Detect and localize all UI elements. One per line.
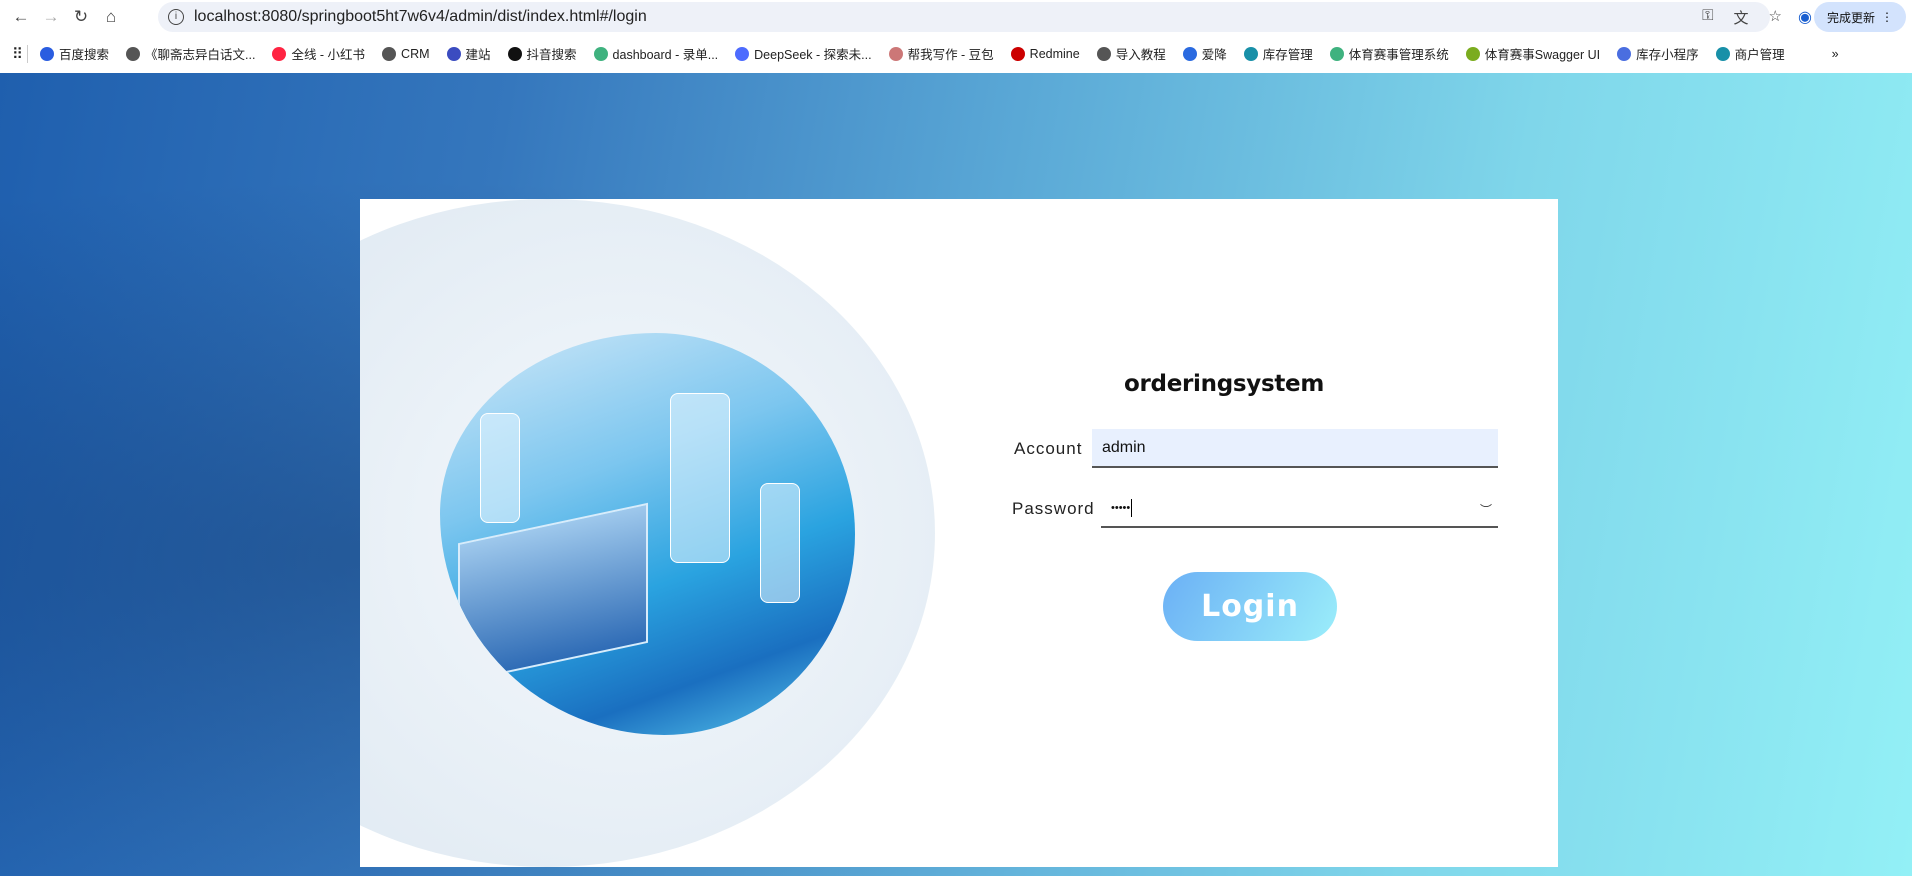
- bookmark-favicon-icon: [1617, 46, 1632, 61]
- bookmark-label: Redmine: [1029, 46, 1080, 61]
- bookmark-favicon-icon: [382, 46, 397, 61]
- bookmark-label: 全线 - 小红书: [291, 48, 366, 62]
- login-card: orderingsystem Account admin Password ••…: [360, 199, 1558, 867]
- apps-icon[interactable]: ⠿: [12, 45, 23, 63]
- bookmark-label: 体育赛事管理系统: [1348, 48, 1449, 62]
- bookmark-label: 库存小程序: [1636, 48, 1699, 62]
- bookmark-star-icon[interactable]: ☆: [1769, 7, 1782, 28]
- bookmark-favicon-icon: [1010, 46, 1025, 61]
- menu-icon: ⋮: [1881, 10, 1893, 24]
- bookmark-favicon-icon: [1096, 46, 1111, 61]
- browser-toolbar: ← → ↻ ⌂ i localhost:8080/springboot5ht7w…: [0, 0, 1912, 34]
- bookmark-favicon-icon: [507, 46, 522, 61]
- bookmark-label: DeepSeek - 探索未...: [754, 48, 872, 62]
- account-label: Account: [1014, 439, 1083, 458]
- password-value: •••••: [1111, 501, 1131, 514]
- bookmark-item[interactable]: 商户管理: [1715, 44, 1785, 63]
- home-button[interactable]: ⌂: [96, 7, 126, 27]
- bookmark-label: 《聊斋志异白话文...: [145, 48, 256, 62]
- bookmark-item[interactable]: 帮我写作 - 豆包: [888, 44, 994, 63]
- bookmark-item[interactable]: 体育赛事管理系统: [1329, 44, 1449, 63]
- bookmark-item[interactable]: 百度搜索: [40, 44, 109, 63]
- bookmark-label: CRM: [401, 46, 430, 61]
- bookmark-item[interactable]: 体育赛事Swagger UI: [1465, 44, 1601, 63]
- app-title: orderingsystem: [1124, 371, 1325, 397]
- bookmark-favicon-icon: [1329, 46, 1344, 61]
- bookmark-favicon-icon: [1715, 46, 1730, 61]
- bookmark-item[interactable]: 建站: [446, 44, 491, 63]
- account-input[interactable]: admin: [1092, 429, 1498, 468]
- login-page: orderingsystem Account admin Password ••…: [0, 73, 1912, 876]
- profile-icon[interactable]: ◉: [1798, 7, 1812, 27]
- bookmark-label: 百度搜索: [59, 48, 110, 62]
- translate-icon[interactable]: 文: [1734, 7, 1749, 28]
- password-key-icon[interactable]: ⚿: [1702, 7, 1713, 28]
- divider: [27, 44, 28, 63]
- bookmark-favicon-icon: [126, 46, 141, 61]
- bookmark-item[interactable]: 导入教程: [1096, 44, 1166, 63]
- bookmark-favicon-icon: [1243, 46, 1258, 61]
- account-value: admin: [1102, 438, 1146, 456]
- bookmarks-overflow-button[interactable]: »: [1832, 47, 1839, 61]
- bookmark-item[interactable]: DeepSeek - 探索未...: [735, 44, 872, 63]
- bookmark-item[interactable]: CRM: [382, 46, 430, 61]
- bookmark-favicon-icon: [1465, 46, 1480, 61]
- building-shape: [458, 502, 648, 684]
- bookmarks-bar: ⠿ 百度搜索 《聊斋志异白话文... 全线 - 小红书 CRM 建站 抖音搜索 dashbo…: [0, 38, 1912, 69]
- bookmark-item[interactable]: Redmine: [1010, 46, 1080, 61]
- bookmark-label: 商户管理: [1734, 48, 1785, 62]
- back-button[interactable]: ←: [6, 7, 36, 27]
- bookmark-label: 导入教程: [1115, 48, 1166, 62]
- bookmark-favicon-icon: [1182, 46, 1197, 61]
- bookmark-label: 抖音搜索: [526, 48, 577, 62]
- bookmark-item[interactable]: 全线 - 小红书: [272, 44, 365, 63]
- bookmark-favicon-icon: [272, 46, 287, 61]
- bookmark-favicon-icon: [40, 46, 54, 61]
- tank-shape: [760, 483, 800, 603]
- url-text: localhost:8080/springboot5ht7w6v4/admin/…: [194, 8, 647, 25]
- password-input[interactable]: ••••• ︶: [1101, 489, 1498, 528]
- bookmark-label: 帮我写作 - 豆包: [907, 48, 994, 62]
- bookmark-item[interactable]: 爱降: [1182, 44, 1227, 63]
- bookmark-label: 库存管理: [1262, 48, 1313, 62]
- eye-closed-icon[interactable]: ︶: [1480, 501, 1492, 518]
- tank-shape: [480, 413, 520, 523]
- bookmark-favicon-icon: [735, 46, 750, 61]
- bookmark-label: 爱降: [1201, 48, 1227, 62]
- forward-button[interactable]: →: [36, 7, 66, 27]
- bookmark-label: 建站: [465, 48, 491, 62]
- site-info-icon[interactable]: i: [168, 9, 184, 25]
- bookmark-item[interactable]: dashboard - 录单...: [593, 44, 719, 63]
- reload-button[interactable]: ↻: [66, 7, 96, 27]
- update-label: 完成更新: [1826, 10, 1875, 25]
- bookmark-favicon-icon: [888, 46, 903, 61]
- bookmark-favicon-icon: [593, 46, 608, 61]
- bookmark-label: dashboard - 录单...: [612, 48, 719, 62]
- bookmark-label: 体育赛事Swagger UI: [1484, 48, 1601, 62]
- bookmark-item[interactable]: 库存小程序: [1617, 44, 1699, 63]
- bookmark-item[interactable]: 《聊斋志异白话文...: [126, 44, 255, 63]
- address-bar[interactable]: i localhost:8080/springboot5ht7w6v4/admi…: [158, 2, 1770, 32]
- login-button[interactable]: Login: [1163, 572, 1337, 641]
- update-button[interactable]: 完成更新 ⋮: [1814, 2, 1906, 32]
- bookmark-item[interactable]: 抖音搜索: [507, 44, 577, 63]
- tank-shape: [670, 393, 730, 563]
- password-label: Password: [1012, 499, 1095, 518]
- bookmark-favicon-icon: [446, 46, 461, 61]
- bookmark-item[interactable]: 库存管理: [1243, 44, 1313, 63]
